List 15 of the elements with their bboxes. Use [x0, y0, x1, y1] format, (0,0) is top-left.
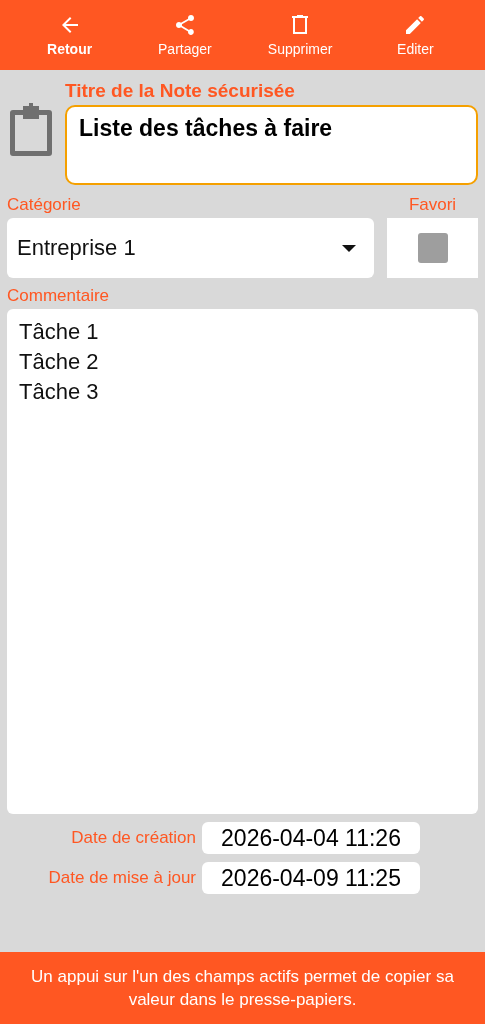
hint-banner: Un appui sur l'un des champs actifs permet de copier sa valeur dans le presse-papiers. — [0, 952, 485, 1024]
favorite-checkbox[interactable] — [417, 233, 448, 263]
field-label: Favori — [408, 195, 457, 215]
field-label: Commentaire — [7, 286, 111, 306]
date-value[interactable]: 2026-04-09 11:25 — [202, 862, 420, 894]
date-label: Date de création — [71, 828, 196, 848]
dropdown-caret-icon — [342, 244, 356, 252]
title-field[interactable]: Liste des tâches à faire — [65, 105, 478, 185]
comment-field[interactable]: Tâche 1 Tâche 2 Tâche 3 — [7, 309, 478, 814]
category-dropdown[interactable]: Entreprise 1 — [7, 218, 374, 278]
date-value[interactable]: 2026-04-04 11:26 — [202, 822, 420, 854]
field-label: Titre de la Note sécurisée — [65, 80, 296, 102]
date-label: Date de mise à jour — [48, 868, 196, 888]
clipboard-icon — [7, 102, 55, 158]
field-label: Catégorie — [7, 195, 82, 215]
